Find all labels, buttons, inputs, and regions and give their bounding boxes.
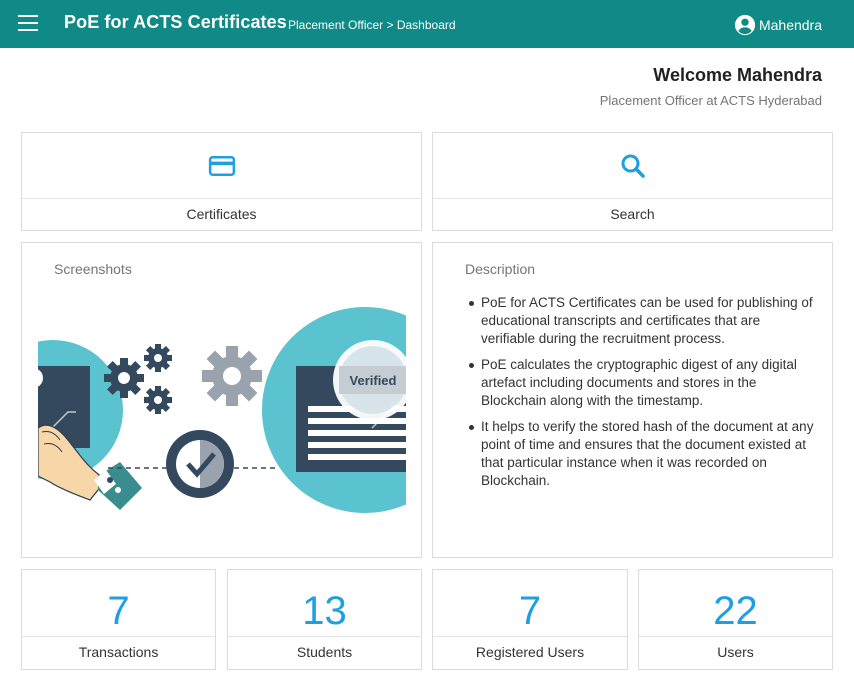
- card-divider: [433, 198, 832, 199]
- verified-text: Verified: [350, 373, 397, 388]
- stat-transactions: 7 Transactions: [21, 569, 216, 670]
- list-item: It helps to verify the stored hash of th…: [469, 418, 817, 490]
- screenshots-title: Screenshots: [54, 261, 132, 277]
- card-divider: [22, 198, 421, 199]
- stat-value: 7: [518, 589, 542, 633]
- welcome-heading: Welcome Mahendra: [653, 65, 822, 85]
- app-bar: PoE for ACTS Certificates Placement Offi…: [0, 0, 854, 48]
- stat-label: Students: [296, 644, 353, 660]
- stat-registered-users: 7 Registered Users: [432, 569, 628, 670]
- menu-icon[interactable]: [18, 15, 38, 33]
- stat-label: Registered Users: [475, 644, 585, 660]
- blockchain-illustration: Verified: [38, 307, 406, 513]
- list-item: PoE for ACTS Certificates can be used fo…: [469, 294, 817, 348]
- description-panel: Description PoE for ACTS Certificates ca…: [432, 242, 833, 558]
- card-divider: [433, 636, 627, 637]
- breadcrumb: Placement Officer > Dashboard: [288, 18, 456, 32]
- app-title: PoE for ACTS Certificates: [64, 12, 287, 32]
- stat-value: 7: [107, 589, 130, 633]
- certificates-card[interactable]: Certificates: [21, 132, 422, 231]
- account-circle-icon: [734, 14, 756, 36]
- description-title: Description: [465, 261, 536, 277]
- search-label: Search: [610, 206, 655, 222]
- stat-value: 22: [713, 589, 758, 633]
- user-name: Mahendra: [758, 17, 822, 33]
- stat-students: 13 Students: [227, 569, 422, 670]
- user-role: Placement Officer at ACTS Hyderabad: [599, 93, 822, 108]
- stat-users: 22 Users: [638, 569, 833, 670]
- card-divider: [228, 636, 421, 637]
- credit-card-icon: [208, 156, 235, 176]
- card-divider: [22, 636, 215, 637]
- screenshots-panel: Screenshots Verified: [21, 242, 422, 558]
- stat-label: Transactions: [78, 644, 159, 660]
- list-item: PoE calculates the cryptographic digest …: [469, 356, 817, 410]
- description-list: PoE for ACTS Certificates can be used fo…: [469, 294, 817, 498]
- search-icon: [621, 154, 645, 178]
- certificates-label: Certificates: [186, 206, 257, 222]
- stat-value: 13: [302, 589, 347, 633]
- search-card[interactable]: Search: [432, 132, 833, 231]
- user-menu[interactable]: Mahendra: [734, 14, 822, 36]
- card-divider: [639, 636, 832, 637]
- stat-label: Users: [717, 644, 754, 660]
